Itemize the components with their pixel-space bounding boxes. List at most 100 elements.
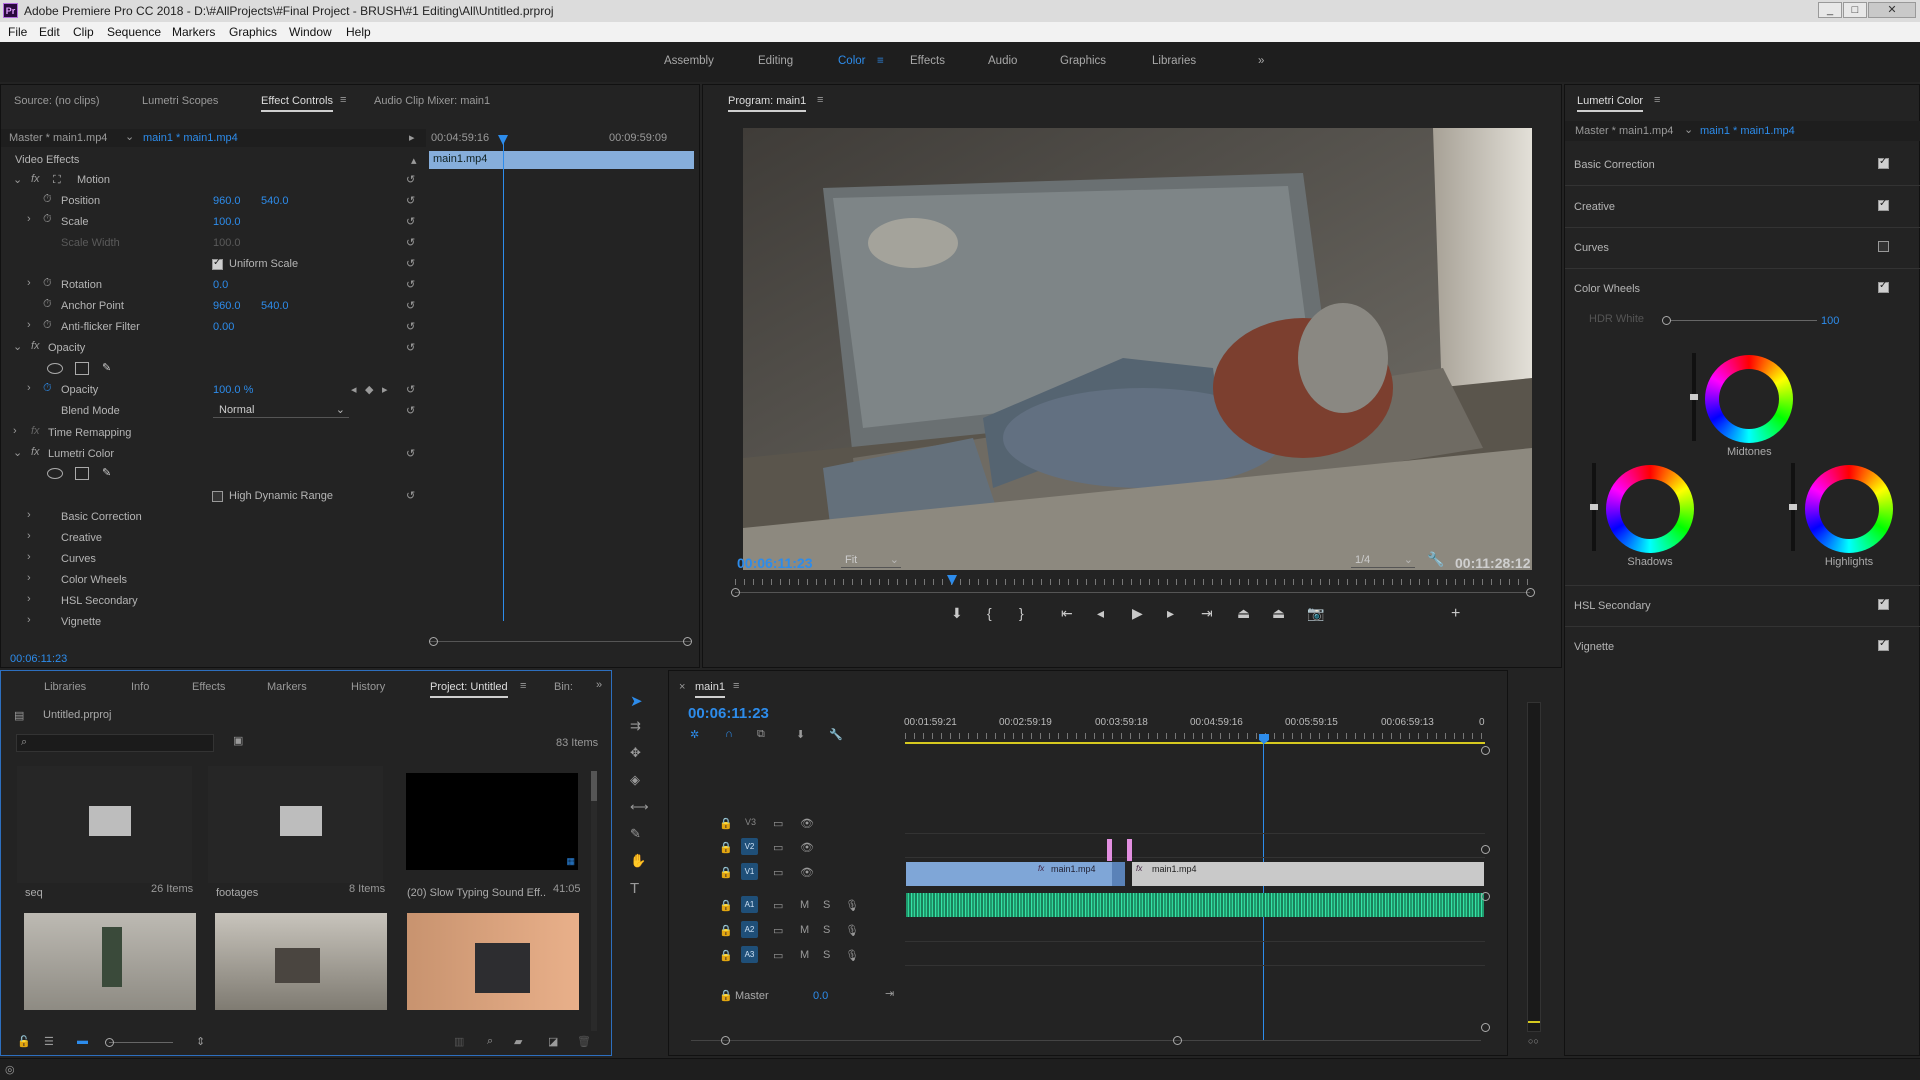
program-timecode[interactable]: 00:06:11:23: [737, 555, 813, 571]
step-back-icon[interactable]: ◂: [1097, 605, 1104, 622]
reset-icon[interactable]: ↺: [406, 447, 415, 460]
expand-arrow-icon[interactable]: ›: [27, 614, 31, 626]
lumetri-section-creative[interactable]: Creative: [1574, 201, 1854, 213]
icon-view-icon[interactable]: ▬: [77, 1035, 88, 1047]
play-clip-icon[interactable]: ▸: [409, 131, 415, 144]
media-thumb-3[interactable]: [407, 913, 579, 1010]
sync-lock-icon[interactable]: ▭: [773, 949, 783, 962]
chevron-down-icon[interactable]: ⌄: [1684, 123, 1693, 136]
next-keyframe-icon[interactable]: ▸: [382, 383, 388, 396]
scroll-handle-right[interactable]: [683, 637, 692, 646]
workspace-menu-icon[interactable]: ≡: [877, 55, 884, 67]
hand-tool-icon[interactable]: ✋: [630, 853, 646, 869]
fit-select[interactable]: Fit ⌄: [841, 553, 901, 568]
eye-icon[interactable]: 👁: [800, 817, 814, 830]
blend-mode-select[interactable]: Normal ⌄: [213, 403, 349, 418]
fx-icon[interactable]: fx: [31, 173, 40, 185]
reset-icon[interactable]: ↺: [406, 404, 415, 417]
stopwatch-icon[interactable]: ⏱: [43, 319, 52, 332]
basic-correction-checkbox[interactable]: [1878, 156, 1889, 169]
list-view-icon[interactable]: ☰: [44, 1035, 54, 1048]
tab-info[interactable]: Info: [131, 681, 149, 693]
media-thumb-1[interactable]: [24, 913, 196, 1010]
expand-arrow-icon[interactable]: ›: [27, 277, 31, 289]
track-v1[interactable]: V1: [741, 863, 758, 880]
resolution-select[interactable]: 1/4 ⌄: [1351, 553, 1415, 568]
shadows-slider-handle[interactable]: [1590, 504, 1598, 510]
add-keyframe-icon[interactable]: ◆: [365, 383, 373, 396]
ellipse-mask-icon[interactable]: [47, 363, 63, 374]
stopwatch-icon[interactable]: ⏱: [43, 213, 52, 226]
tab-audio-clip-mixer[interactable]: Audio Clip Mixer: main1: [374, 95, 490, 107]
v1-clip-1[interactable]: fx main1.mp4: [906, 862, 1112, 886]
work-area-bar[interactable]: [905, 742, 1485, 744]
lock-icon[interactable]: 🔒: [719, 817, 733, 830]
lock-icon[interactable]: 🔒: [719, 949, 733, 962]
fx-icon[interactable]: fx: [31, 340, 40, 352]
solo-button[interactable]: S: [823, 949, 830, 961]
scrollbar-thumb[interactable]: [591, 771, 597, 801]
scroll-handle-right[interactable]: [1526, 588, 1535, 597]
lumetri-section-color-wheels[interactable]: Color Wheels: [1574, 283, 1854, 295]
menu-window[interactable]: Window: [289, 25, 332, 39]
pen-mask-icon[interactable]: ✎: [102, 466, 111, 479]
hdr-white-value[interactable]: 100: [1821, 315, 1839, 327]
lumetri-section-vignette[interactable]: Vignette: [1574, 641, 1854, 653]
v2-clip-a[interactable]: [1107, 839, 1112, 861]
workspace-effects[interactable]: Effects: [910, 55, 945, 67]
play-icon[interactable]: ▶: [1132, 605, 1143, 622]
lumetri-color-wheels[interactable]: Color Wheels: [61, 574, 127, 586]
creative-checkbox[interactable]: [1878, 198, 1889, 211]
expand-arrow-icon[interactable]: ›: [27, 551, 31, 563]
mute-button[interactable]: M: [800, 924, 809, 936]
collapse-icon[interactable]: ▴: [411, 154, 417, 167]
lumetri-curves[interactable]: Curves: [61, 553, 96, 565]
uniform-scale-checkbox[interactable]: [212, 257, 223, 270]
step-forward-icon[interactable]: ▸: [1167, 605, 1174, 622]
lock-icon[interactable]: 🔒: [719, 841, 733, 854]
expand-arrow-icon[interactable]: ›: [13, 425, 17, 437]
master-track-value[interactable]: 0.0: [813, 990, 828, 1002]
stopwatch-icon[interactable]: ⏱: [43, 277, 52, 290]
reset-icon[interactable]: ↺: [406, 383, 415, 396]
sequence-tab[interactable]: main1: [695, 681, 725, 698]
tab-history[interactable]: History: [351, 681, 385, 693]
shadows-wheel[interactable]: [1606, 465, 1694, 553]
expand-arrow-icon[interactable]: ›: [27, 319, 31, 331]
highlights-slider-handle[interactable]: [1789, 504, 1797, 510]
export-frame-icon[interactable]: 📷: [1307, 605, 1324, 622]
expand-arrow-icon[interactable]: ⌄: [13, 340, 22, 353]
vertical-scroll-handle[interactable]: [1481, 845, 1490, 854]
add-marker-icon[interactable]: ⬇: [951, 605, 963, 622]
snap-icon[interactable]: ∩: [725, 728, 733, 740]
expand-arrow-icon[interactable]: ›: [27, 593, 31, 605]
menu-file[interactable]: File: [8, 25, 27, 39]
sync-lock-icon[interactable]: ▭: [773, 924, 783, 937]
wrench-icon[interactable]: 🔧: [1427, 551, 1444, 568]
reset-icon[interactable]: ↺: [406, 341, 415, 354]
project-search-input[interactable]: ⌕: [16, 734, 214, 752]
track-a1[interactable]: A1: [741, 896, 758, 913]
mark-in-icon[interactable]: {: [987, 605, 992, 621]
media-slow-typing[interactable]: ▦: [406, 773, 578, 870]
minimize-button[interactable]: _: [1818, 2, 1842, 18]
mute-button[interactable]: M: [800, 949, 809, 961]
tab-markers[interactable]: Markers: [267, 681, 307, 693]
reset-icon[interactable]: ↺: [406, 257, 415, 270]
master-clip-label[interactable]: Master * main1.mp4: [9, 132, 107, 144]
track-v2[interactable]: V2: [741, 838, 758, 855]
vertical-scroll-handle[interactable]: [1481, 746, 1490, 755]
vertical-scroll-handle[interactable]: [1481, 1023, 1490, 1032]
solo-button[interactable]: S: [823, 899, 830, 911]
lumetri-master-label[interactable]: Master * main1.mp4: [1575, 125, 1673, 137]
ripple-edit-tool-icon[interactable]: ✥: [630, 745, 641, 761]
reset-icon[interactable]: ↺: [406, 236, 415, 249]
microphone-icon[interactable]: 🎙: [845, 899, 859, 912]
menu-edit[interactable]: Edit: [39, 25, 60, 39]
scroll-handle-left[interactable]: [429, 637, 438, 646]
timeline-settings-icon[interactable]: 🔧: [829, 728, 843, 741]
tab-source[interactable]: Source: (no clips): [14, 95, 100, 107]
project-scrollbar[interactable]: [591, 771, 597, 1031]
hdr-checkbox[interactable]: [212, 491, 223, 502]
selection-tool-icon[interactable]: ➤: [630, 692, 643, 710]
